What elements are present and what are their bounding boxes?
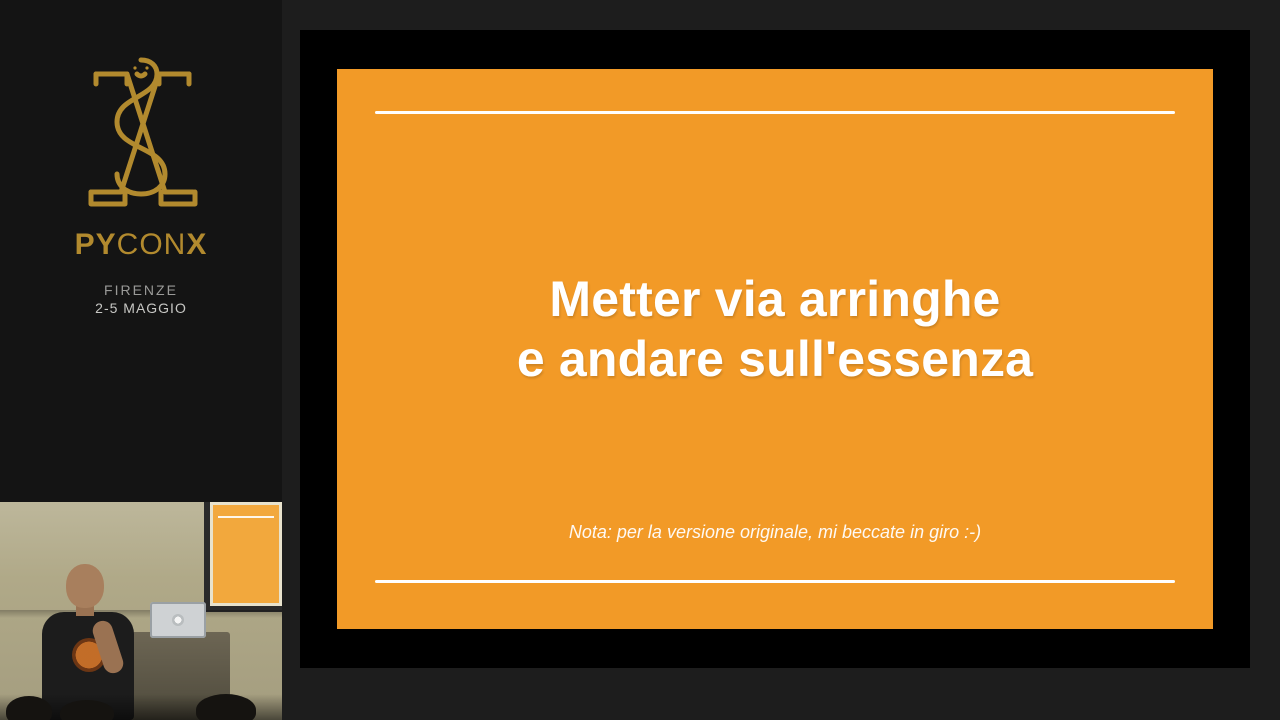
video-frame: PYCONX FIRENZE 2-5 MAGGIO — [0, 0, 1280, 720]
slide-footnote: Nota: per la versione originale, mi becc… — [337, 522, 1213, 543]
projector-screen-icon — [204, 502, 282, 612]
presentation-slide-frame: Metter via arringhe e andare sull'essenz… — [300, 30, 1250, 668]
brand-wordmark: PYCONX — [75, 228, 208, 262]
event-logo-block: PYCONX FIRENZE 2-5 MAGGIO — [0, 0, 282, 316]
event-location: FIRENZE — [104, 282, 178, 298]
event-sidebar: PYCONX FIRENZE 2-5 MAGGIO — [0, 0, 282, 720]
brand-left: PY — [75, 228, 117, 261]
laptop-icon — [150, 602, 206, 638]
audience-head — [196, 694, 256, 720]
brand-right: X — [186, 228, 207, 261]
speaker-camera-inset — [0, 502, 282, 720]
audience-head — [60, 700, 114, 720]
presentation-slide: Metter via arringhe e andare sull'essenz… — [337, 69, 1213, 629]
slide-title: Metter via arringhe e andare sull'essenz… — [337, 269, 1213, 389]
slide-title-line1: Metter via arringhe — [549, 271, 1000, 327]
slide-title-line2: e andare sull'essenza — [517, 331, 1033, 387]
brand-mid: CON — [117, 228, 187, 261]
event-dates: 2-5 MAGGIO — [95, 300, 187, 316]
slide-rule-top — [375, 111, 1175, 114]
audience-head — [6, 696, 52, 720]
slide-rule-bottom — [375, 580, 1175, 583]
pyconx-logo-icon — [61, 52, 221, 222]
